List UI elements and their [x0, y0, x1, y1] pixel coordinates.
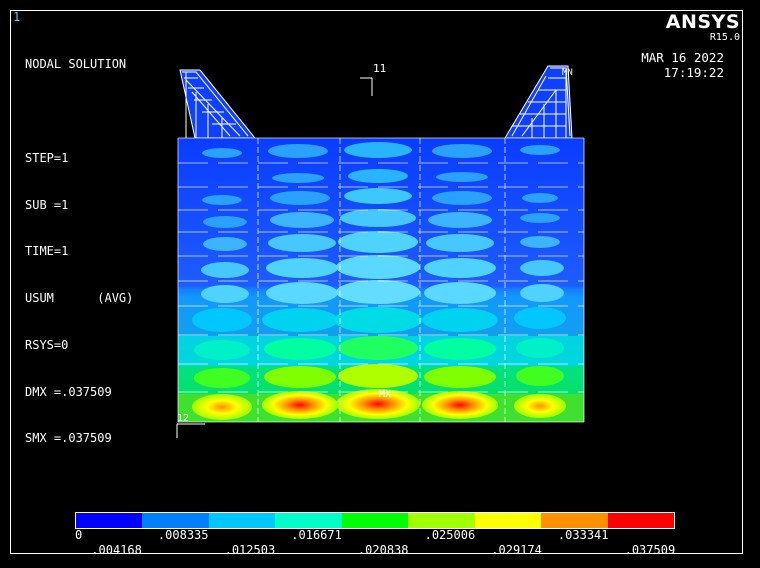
legend-tick-bottom: .004168 [91, 543, 142, 557]
min-label: MN [562, 68, 573, 78]
node-11-label: 11 [373, 62, 387, 75]
legend-tick-bottom: .020838 [357, 543, 409, 557]
legend-color-band [76, 513, 143, 528]
legend-tick-top: .025006 [424, 528, 476, 542]
legend-tick-bottom: .029174 [491, 543, 542, 557]
node-12-marker [176, 423, 205, 438]
legend-color-band [208, 513, 276, 528]
legend-color-band [607, 513, 674, 528]
node-11-marker [360, 77, 373, 96]
contour-model-view [176, 65, 585, 438]
legend-tick-bottom: .012503 [224, 543, 276, 557]
legend-color-band [275, 513, 342, 528]
legend-color-band [341, 513, 409, 528]
left-truss [179, 69, 257, 139]
legend-color-band [474, 513, 542, 528]
legend-tick-top: 0 [75, 528, 83, 542]
legend-tick-top: .008335 [157, 528, 209, 542]
legend-tick-top: .033341 [557, 528, 609, 542]
node-12-label: 12 [177, 413, 190, 424]
max-label: MX [379, 389, 392, 400]
legend-tick-top: .016671 [291, 528, 342, 542]
legend-color-band [142, 513, 209, 528]
legend-tick-bottom: .037509 [624, 543, 676, 557]
legend-color-band [408, 513, 475, 528]
color-legend [75, 512, 675, 529]
legend-color-band [541, 513, 608, 528]
